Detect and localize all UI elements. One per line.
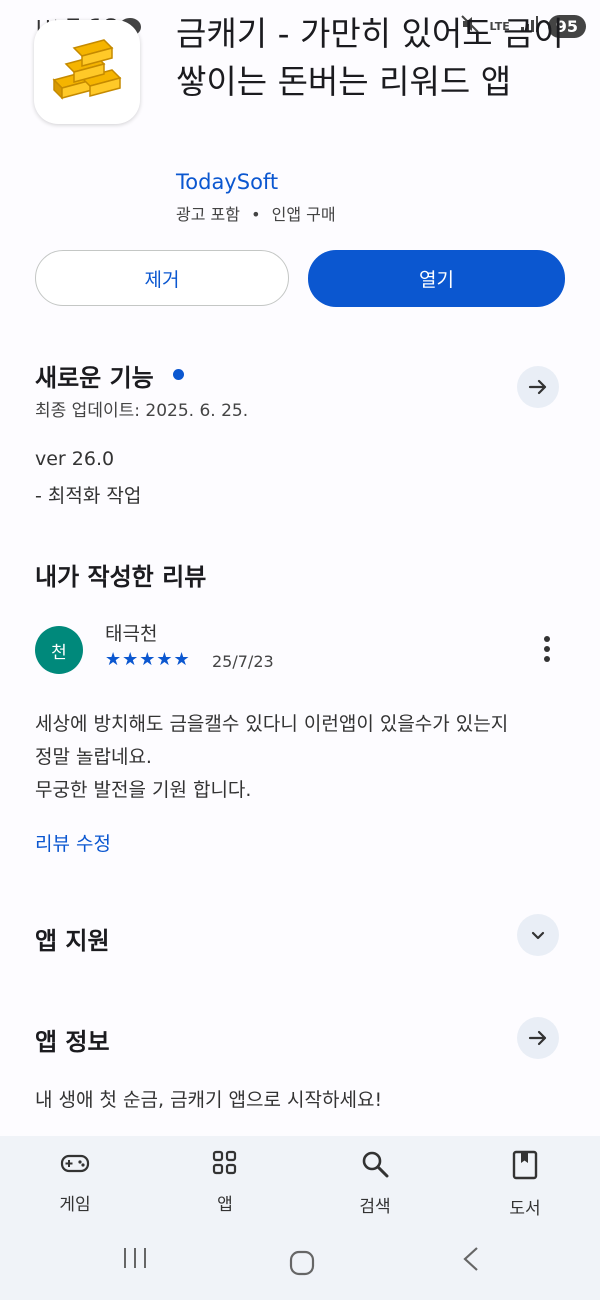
review-author: 태극천: [105, 623, 158, 645]
app-support-expand-button[interactable]: [517, 914, 559, 956]
nav-games[interactable]: 게임: [25, 1150, 125, 1215]
gamepad-icon: [60, 1154, 90, 1173]
app-info-arrow-button[interactable]: [517, 1017, 559, 1059]
nav-label: 도서: [509, 1199, 541, 1219]
review-line: 무궁한 발전을 기원 합니다.: [35, 779, 252, 801]
contains-ads-label: 광고 포함: [176, 205, 240, 224]
rating-stars: ★★★★★: [105, 649, 191, 670]
app-meta: 광고 포함 • 인앱 구매: [176, 201, 336, 225]
more-options-icon[interactable]: [535, 634, 559, 668]
app-title: 금캐기 - 가만히 있어도 금이 쌓이는 돈버는 리워드 앱: [176, 14, 564, 101]
whats-new-title[interactable]: 새로운 기능: [35, 358, 154, 393]
recent-apps-icon[interactable]: [122, 1246, 148, 1274]
edit-review-link[interactable]: 리뷰 수정: [35, 829, 111, 856]
whats-new-arrow-button[interactable]: [517, 366, 559, 408]
nav-label: 검색: [359, 1197, 391, 1217]
book-icon: [512, 1150, 538, 1180]
developer-link[interactable]: TodaySoft: [176, 170, 278, 194]
review-date: 25/7/23: [212, 652, 274, 671]
apps-grid-icon: [212, 1150, 237, 1175]
release-notes: - 최적화 작업: [35, 485, 142, 507]
review-line: 세상에 방치해도 금을캘수 있다니 이런앱이 있을수가 있는지: [35, 713, 509, 735]
version-text: ver 26.0: [35, 448, 115, 470]
app-title-area: 금캐기 - 가만히 있어도 금이 쌓이는 돈버는 리워드 앱: [176, 0, 576, 164]
app-info-description: 내 생애 첫 순금, 금캐기 앱으로 시작하세요!: [35, 1089, 383, 1111]
in-app-purchases-label: 인앱 구매: [271, 205, 336, 224]
remove-button[interactable]: 제거: [35, 250, 289, 306]
chevron-down-icon: [531, 931, 545, 940]
review-body: 세상에 방치해도 금을캘수 있다니 이런앱이 있을수가 있는지 정말 놀랍네요.…: [35, 708, 575, 807]
home-icon[interactable]: [289, 1250, 315, 1280]
app-info-title[interactable]: 앱 정보: [35, 1022, 110, 1057]
review-line: 정말 놀랍네요.: [35, 746, 152, 768]
last-updated: 최종 업데이트: 2025. 6. 25.: [35, 401, 249, 421]
nav-label: 앱: [217, 1195, 233, 1215]
nav-books[interactable]: 도서: [475, 1150, 575, 1219]
app-support-title[interactable]: 앱 지원: [35, 921, 110, 956]
arrow-right-icon: [528, 1030, 547, 1046]
avatar: 천: [35, 626, 83, 674]
new-indicator-dot: [173, 369, 184, 380]
nav-apps[interactable]: 앱: [175, 1150, 275, 1215]
gold-bars-icon: [52, 39, 122, 100]
nav-label: 게임: [59, 1195, 91, 1215]
arrow-right-icon: [528, 379, 547, 395]
open-button[interactable]: 열기: [308, 250, 565, 307]
search-icon: [362, 1151, 389, 1178]
back-icon[interactable]: [461, 1246, 481, 1276]
my-review-title: 내가 작성한 리뷰: [35, 563, 207, 591]
app-icon: [34, 20, 140, 124]
meta-separator: •: [251, 205, 261, 224]
nav-search[interactable]: 검색: [325, 1150, 425, 1217]
